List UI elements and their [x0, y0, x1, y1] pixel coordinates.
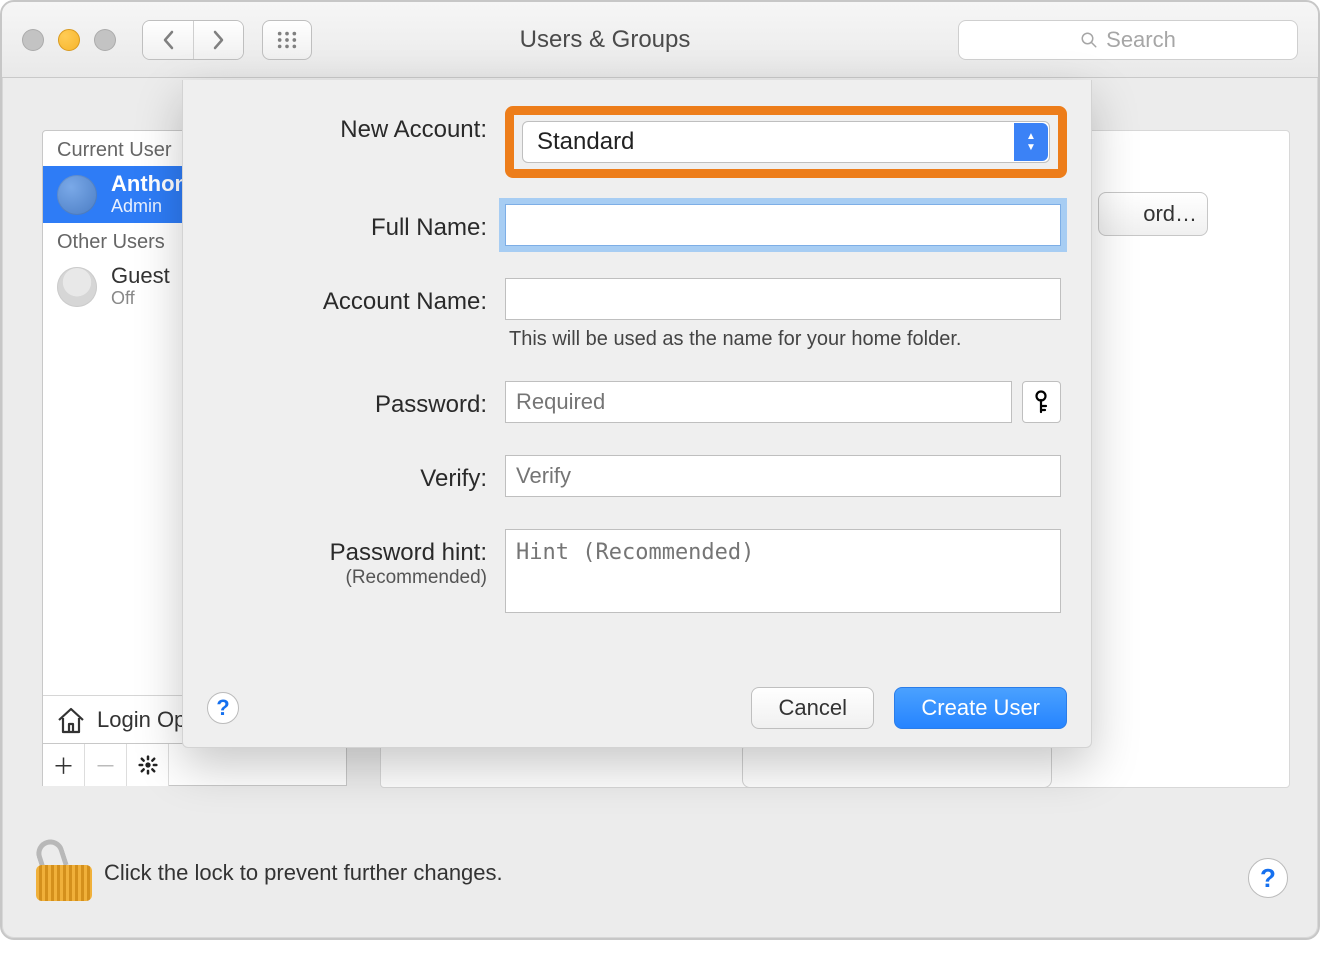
minimize-window[interactable]	[58, 29, 80, 51]
add-user-button[interactable]: ＋	[43, 744, 85, 786]
back-button[interactable]	[143, 21, 193, 59]
search-input[interactable]: Search	[958, 20, 1298, 60]
search-placeholder: Search	[1106, 27, 1176, 53]
change-password-button[interactable]: ord…	[1098, 192, 1208, 236]
key-icon	[1031, 390, 1051, 414]
house-icon	[55, 704, 87, 736]
window-controls	[16, 29, 116, 51]
label-password: Password:	[207, 381, 487, 419]
detail-strip	[742, 742, 1052, 788]
label-password-hint: Password hint: (Recommended)	[207, 529, 487, 589]
lock-button[interactable]	[36, 845, 80, 901]
gear-icon	[138, 755, 158, 775]
zoom-window[interactable]	[94, 29, 116, 51]
remove-user-button: －	[85, 744, 127, 786]
password-assistant-button[interactable]	[1022, 381, 1061, 423]
avatar	[57, 175, 97, 215]
label-new-account: New Account:	[207, 106, 487, 144]
sidebar-actions-button[interactable]	[127, 744, 169, 786]
label-account-name: Account Name:	[207, 278, 487, 316]
password-hint-field[interactable]	[505, 529, 1061, 613]
forward-button[interactable]	[193, 21, 243, 59]
password-field[interactable]	[505, 381, 1012, 423]
label-full-name: Full Name:	[207, 204, 487, 242]
window-title: Users & Groups	[270, 26, 940, 54]
nav-back-forward	[142, 20, 244, 60]
lock-hint-text: Click the lock to prevent further change…	[104, 860, 503, 886]
avatar	[57, 267, 97, 307]
highlight-annotation: Standard	[505, 106, 1067, 178]
new-account-type-popup[interactable]: Standard	[522, 121, 1050, 163]
help-button[interactable]: ?	[207, 692, 239, 724]
label-verify: Verify:	[207, 455, 487, 493]
new-account-sheet: New Account: Standard Full Name: Account…	[182, 80, 1092, 748]
verify-field[interactable]	[505, 455, 1061, 497]
chevrons-updown-icon	[1014, 123, 1048, 161]
create-user-button[interactable]: Create User	[894, 687, 1067, 729]
sidebar-controls: ＋ －	[42, 744, 347, 786]
account-name-field[interactable]	[505, 278, 1061, 320]
cancel-button[interactable]: Cancel	[751, 687, 873, 729]
window-footer: Click the lock to prevent further change…	[2, 808, 1318, 938]
titlebar: Users & Groups Search	[2, 2, 1318, 78]
user-status: Off	[111, 288, 170, 309]
user-name: Guest	[111, 264, 170, 288]
full-name-field[interactable]	[505, 204, 1061, 246]
account-name-note: This will be used as the name for your h…	[505, 320, 1061, 351]
close-window[interactable]	[22, 29, 44, 51]
search-icon	[1080, 31, 1098, 49]
prefs-help-button[interactable]: ?	[1248, 858, 1288, 898]
prefs-window: Users & Groups Search ord… Current User …	[0, 0, 1320, 940]
